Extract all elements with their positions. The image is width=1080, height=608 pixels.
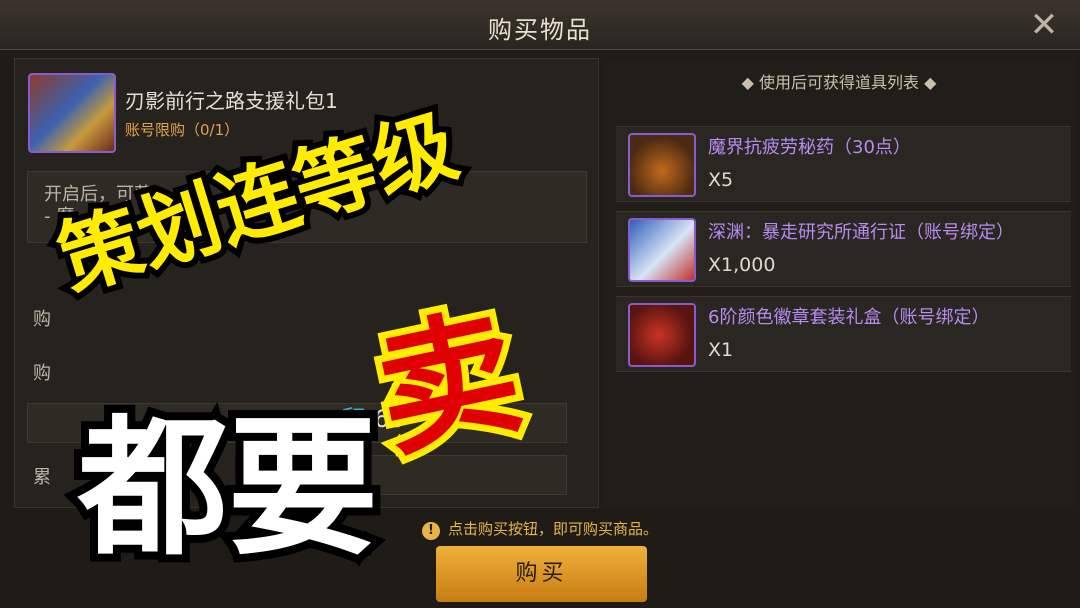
notice-text: 点击购买按钮，即可购买商品。 xyxy=(447,520,658,538)
purchase-limit: 账号限购（0/1） xyxy=(125,121,240,139)
quantity-stepper[interactable] xyxy=(27,403,567,443)
reward-name: 深渊：暴走研究所通行证（账号绑定） xyxy=(708,222,1014,243)
points-value: 积 60 xyxy=(342,399,405,434)
points-label: 积 xyxy=(342,405,366,433)
buy-button[interactable]: 购买 xyxy=(436,546,647,602)
item-name: 刃影前行之路支援礼包1 xyxy=(125,89,338,113)
ticket-icon xyxy=(628,218,696,282)
reward-name: 魔界抗疲劳秘药（30点） xyxy=(708,137,911,158)
reward-item[interactable]: 6阶颜色徽章套装礼盒（账号绑定） X1 xyxy=(616,296,1071,372)
reward-list-header: ◆ 使用后可获得道具列表 ◆ xyxy=(741,73,937,92)
close-icon[interactable]: ✕ xyxy=(1026,8,1062,44)
item-description-box: 开启后，可获 - 魔 xyxy=(27,171,587,243)
purchase-notice: ! 点击购买按钮，即可购买商品。 xyxy=(0,518,1080,540)
potion-icon xyxy=(628,133,696,197)
item-detail-panel: 刃影前行之路支援礼包1 账号限购（0/1） 开启后，可获 - 魔 购 购 累 xyxy=(14,58,599,508)
item-description: 开启后，可获 - 魔 xyxy=(44,184,152,227)
points-number: 60 xyxy=(374,405,405,433)
price-label: 购 xyxy=(33,309,51,330)
total-box xyxy=(355,455,567,495)
warning-icon: ! xyxy=(421,522,440,540)
dialog-header: 购买物品 ✕ xyxy=(0,0,1080,50)
gift-box-icon xyxy=(628,303,696,367)
gift-pack-icon xyxy=(28,73,116,153)
reward-qty: X1,000 xyxy=(708,254,776,276)
total-label: 累 xyxy=(33,467,51,488)
reward-qty: X1 xyxy=(708,339,734,361)
reward-name: 6阶颜色徽章套装礼盒（账号绑定） xyxy=(708,307,990,328)
reward-list-panel: ◆ 使用后可获得道具列表 ◆ 魔界抗疲劳秘药（30点） X5 深渊：暴走研究所通… xyxy=(602,58,1076,508)
reward-item[interactable]: 魔界抗疲劳秘药（30点） X5 xyxy=(616,126,1071,202)
quantity-label: 购 xyxy=(33,363,51,384)
reward-item[interactable]: 深渊：暴走研究所通行证（账号绑定） X1,000 xyxy=(616,211,1071,287)
dialog-title: 购买物品 xyxy=(488,16,592,44)
reward-qty: X5 xyxy=(708,169,734,191)
